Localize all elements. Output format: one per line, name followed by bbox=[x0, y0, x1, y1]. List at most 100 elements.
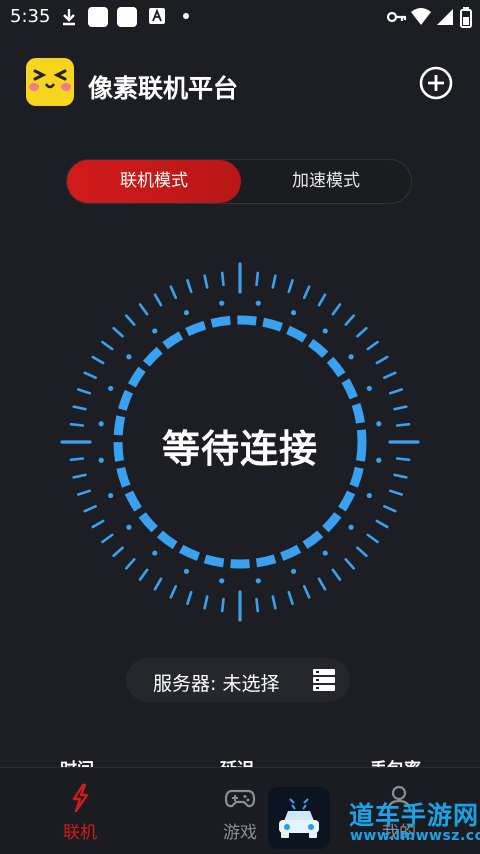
pixel-face-logo-icon bbox=[29, 69, 71, 91]
dial-tick bbox=[91, 355, 105, 365]
dial-tick bbox=[124, 558, 136, 570]
dial-tick bbox=[317, 293, 327, 307]
dial-tick bbox=[203, 274, 209, 289]
dial-tick bbox=[375, 355, 389, 365]
dial-tick bbox=[388, 489, 403, 496]
dial-tick bbox=[375, 519, 389, 529]
watermark-title: 道车手游网 bbox=[349, 801, 480, 830]
lightning-icon bbox=[72, 783, 89, 813]
dial-tick bbox=[112, 546, 124, 558]
signal-icon bbox=[437, 9, 453, 25]
dial-dot bbox=[322, 328, 328, 334]
wifi-icon bbox=[411, 8, 431, 25]
dial-tick bbox=[220, 597, 225, 613]
dial-tick bbox=[138, 568, 149, 581]
dial-tick bbox=[169, 285, 178, 299]
dial-dot bbox=[108, 385, 114, 392]
dial-dot bbox=[219, 300, 225, 306]
dial-tick bbox=[317, 577, 327, 591]
dial-tick bbox=[77, 388, 92, 395]
tab-online-mode[interactable]: 联机模式 bbox=[67, 160, 241, 203]
dial-dot bbox=[183, 568, 190, 574]
dial-tick bbox=[255, 271, 260, 287]
mode-switch: 联机模式 加速模式 bbox=[66, 159, 412, 204]
dial-tick bbox=[101, 533, 114, 544]
dial-dot bbox=[126, 524, 132, 530]
dial-tick bbox=[153, 577, 163, 591]
dial-tick bbox=[203, 595, 209, 610]
app-square-icon bbox=[88, 7, 108, 27]
dial-tick bbox=[331, 568, 342, 581]
dial-tick bbox=[138, 303, 149, 316]
dial-tick bbox=[153, 293, 163, 307]
connection-status: 等待连接 bbox=[161, 427, 318, 471]
tab-accelerate-mode[interactable]: 加速模式 bbox=[241, 160, 411, 203]
server-label: 服务器: 未选择 bbox=[153, 673, 280, 695]
dial-tick bbox=[169, 585, 178, 599]
dial-tick bbox=[366, 533, 379, 544]
dial-dot bbox=[152, 328, 158, 334]
dial-tick bbox=[287, 590, 294, 605]
battery-icon bbox=[460, 7, 472, 28]
dial-dot bbox=[366, 385, 372, 392]
dial-tick bbox=[356, 326, 368, 338]
dial-dot bbox=[348, 354, 354, 360]
dial-tick bbox=[383, 371, 397, 380]
server-selector[interactable]: 服务器: 未选择 bbox=[126, 658, 350, 702]
dial-tick bbox=[77, 489, 92, 496]
dial-tick bbox=[366, 340, 379, 351]
dial-tick bbox=[83, 371, 97, 380]
dial-tick bbox=[186, 590, 193, 605]
dial-tick bbox=[220, 271, 225, 287]
dial-dot bbox=[348, 524, 354, 530]
dial-dot bbox=[219, 578, 225, 584]
dial-tick bbox=[383, 504, 397, 513]
dial-dot bbox=[290, 568, 297, 574]
dial-tick bbox=[393, 473, 408, 479]
dial-dot bbox=[255, 300, 261, 306]
dial-dot bbox=[108, 492, 114, 499]
dial-tick bbox=[331, 303, 342, 316]
dial-tick bbox=[72, 473, 87, 479]
dial-tick bbox=[271, 595, 277, 610]
dial-tick bbox=[83, 504, 97, 513]
dial-dot bbox=[255, 578, 261, 584]
nav-label-online: 联机 bbox=[63, 823, 97, 843]
dial-tick bbox=[124, 314, 136, 326]
dial-tick bbox=[112, 326, 124, 338]
plus-circle-icon[interactable] bbox=[419, 66, 453, 100]
dial-tick bbox=[388, 388, 403, 395]
dial-tick bbox=[101, 340, 114, 351]
dial-tick bbox=[255, 597, 260, 613]
dial-dot bbox=[322, 550, 328, 556]
dial-tick bbox=[91, 519, 105, 529]
status-time: 5:35 bbox=[10, 6, 51, 27]
font-a-icon bbox=[149, 8, 165, 24]
dial-tick bbox=[186, 279, 193, 294]
dial-dot bbox=[183, 310, 190, 316]
dial-tick bbox=[393, 405, 408, 411]
app-title: 像素联机平台 bbox=[88, 74, 239, 103]
vpn-key-icon bbox=[387, 11, 407, 23]
app-square-icon bbox=[117, 7, 137, 27]
dial-tick bbox=[271, 274, 277, 289]
dial-tick bbox=[302, 285, 311, 299]
dial-tick bbox=[344, 558, 356, 570]
dial-tick bbox=[72, 405, 87, 411]
nav-item-online[interactable]: 联机 bbox=[30, 768, 130, 854]
dot-icon bbox=[183, 13, 189, 19]
dial-tick bbox=[302, 585, 311, 599]
dial-tick bbox=[287, 279, 294, 294]
car-logo-icon bbox=[279, 798, 319, 838]
dial-tick bbox=[344, 314, 356, 326]
app-logo bbox=[26, 58, 74, 106]
dial-dot bbox=[152, 550, 158, 556]
dial-dot bbox=[126, 354, 132, 360]
server-list-icon bbox=[313, 669, 335, 691]
status-bar: 5:35 bbox=[0, 0, 480, 34]
download-icon bbox=[63, 9, 75, 26]
dial-dot bbox=[366, 492, 372, 499]
watermark-url: www.lmwwsz.com bbox=[350, 828, 480, 844]
dial-tick bbox=[356, 546, 368, 558]
dial-dot bbox=[290, 310, 297, 316]
